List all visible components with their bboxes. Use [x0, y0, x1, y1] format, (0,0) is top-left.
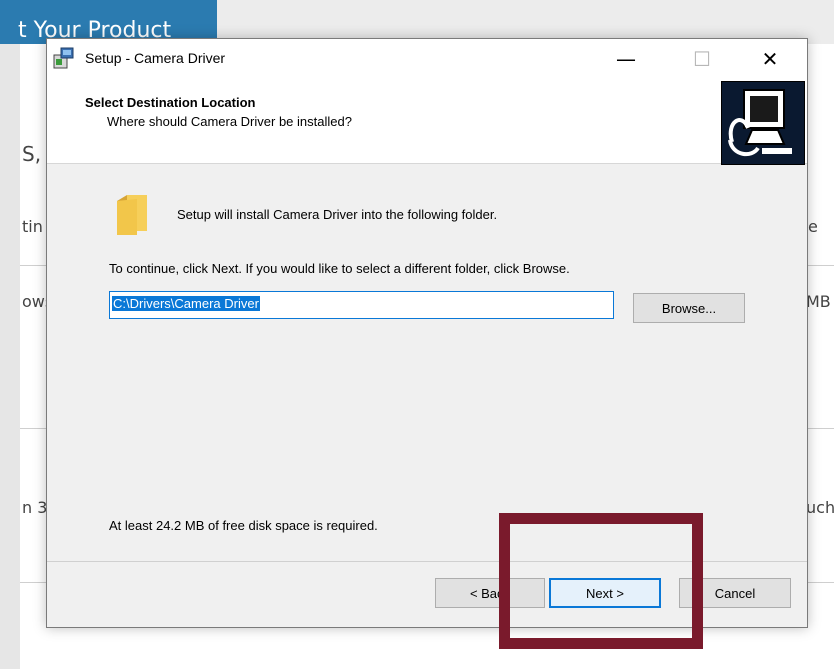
minimize-button[interactable]: —	[603, 39, 649, 79]
continue-instruction: To continue, click Next. If you would li…	[109, 261, 570, 276]
browse-button[interactable]: Browse...	[633, 293, 745, 323]
dialog-title: Setup - Camera Driver	[85, 50, 226, 66]
wizard-header: Select Destination Location Where should…	[47, 79, 807, 165]
page-subtitle: Where should Camera Driver be installed?	[107, 114, 352, 129]
destination-path-input[interactable]: C:\Drivers\Camera Driver	[109, 291, 614, 319]
title-bar[interactable]: Setup - Camera Driver — ☐ ✕	[47, 39, 807, 79]
disk-space-note: At least 24.2 MB of free disk space is r…	[109, 518, 378, 533]
destination-path-value: C:\Drivers\Camera Driver	[112, 296, 260, 311]
bg-fragment: tin	[22, 217, 43, 236]
install-message: Setup will install Camera Driver into th…	[177, 207, 498, 222]
close-button[interactable]: ✕	[747, 39, 793, 79]
background-left-strip	[0, 0, 20, 669]
computer-install-icon	[721, 81, 805, 165]
maximize-button[interactable]: ☐	[679, 39, 725, 79]
page-title: Select Destination Location	[85, 95, 256, 110]
highlight-box	[499, 513, 703, 649]
setup-app-icon	[53, 47, 74, 69]
bg-fragment: S,	[22, 142, 42, 166]
bg-fragment: uch	[806, 498, 834, 517]
bg-fragment: MB	[806, 292, 831, 311]
folder-icon	[117, 195, 147, 235]
bg-fragment: e	[808, 217, 818, 236]
